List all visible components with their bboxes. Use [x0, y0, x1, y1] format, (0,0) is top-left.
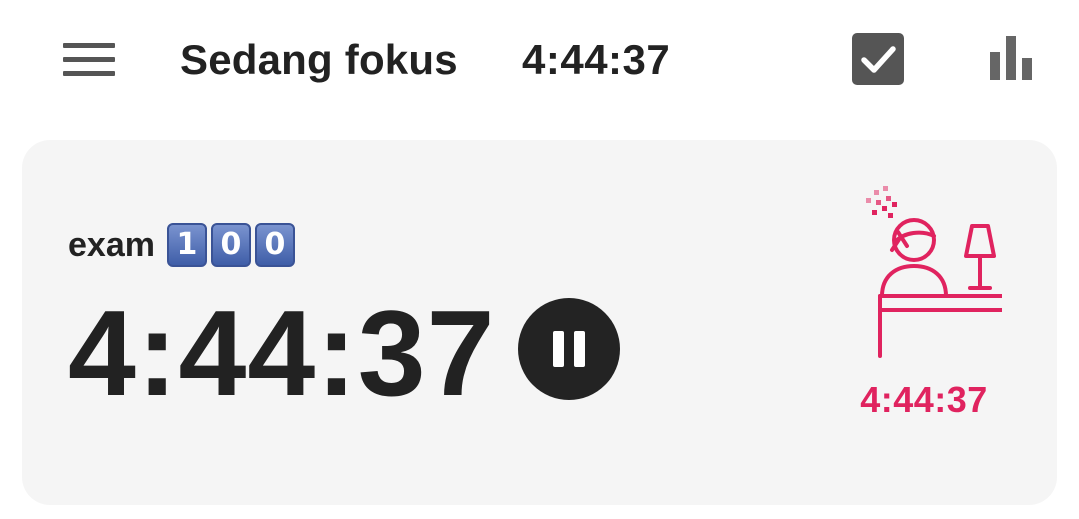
top-app-bar: Sedang fokus 4:44:37 — [0, 0, 1079, 120]
hamburger-menu-icon — [63, 43, 115, 76]
keycap-digit: 0 — [210, 223, 251, 267]
focus-screen: Sedang fokus 4:44:37 exam 1 0 0 4:44:37 … — [0, 0, 1079, 519]
elapsed-timer: 4:44:37 — [68, 285, 496, 421]
pause-button[interactable] — [518, 298, 620, 400]
menu-button[interactable] — [58, 36, 120, 84]
statistics-button[interactable] — [986, 34, 1036, 84]
task-label-row: exam 1 0 0 — [68, 222, 295, 268]
keycap-digit: 1 — [166, 223, 207, 267]
checkbox-checked-icon — [852, 33, 904, 85]
studying-person-icon — [866, 186, 1002, 358]
task-name: exam — [68, 226, 155, 264]
complete-task-button[interactable] — [852, 33, 904, 85]
page-title: Sedang fokus — [180, 36, 458, 83]
hundred-points-emoji: 1 0 0 — [166, 223, 295, 267]
keycap-digit: 0 — [254, 223, 295, 267]
focus-session-card[interactable]: exam 1 0 0 4:44:37 4:44:37 — [22, 140, 1057, 505]
header-timer: 4:44:37 — [522, 36, 671, 83]
illustration-timer: 4:44:37 — [860, 379, 988, 420]
pause-icon — [553, 331, 585, 367]
bar-chart-icon — [990, 36, 1032, 80]
